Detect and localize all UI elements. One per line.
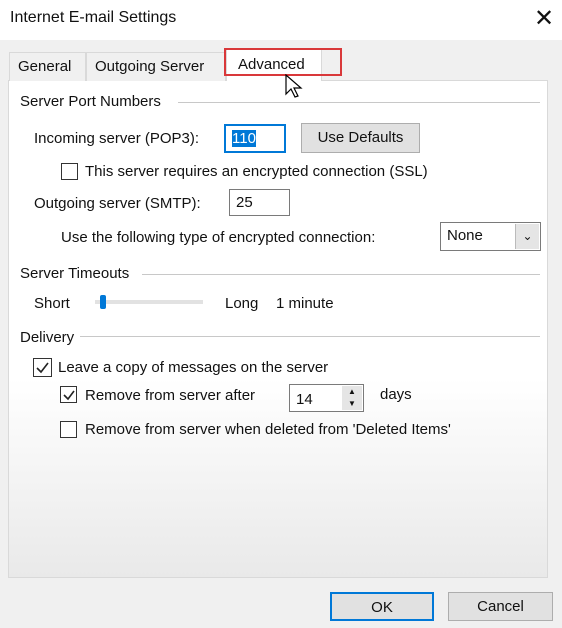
- outgoing-port-input[interactable]: 25: [229, 189, 290, 216]
- use-defaults-button[interactable]: Use Defaults: [301, 123, 420, 153]
- spin-up-icon[interactable]: ▲: [342, 386, 362, 398]
- tab-label: General: [18, 58, 72, 75]
- delivery-heading: Delivery: [20, 329, 75, 346]
- leave-copy-label: Leave a copy of messages on the server: [58, 359, 329, 376]
- tab-outgoing-server[interactable]: Outgoing Server: [86, 52, 226, 81]
- title-bar: Internet E-mail Settings ✕: [0, 0, 562, 40]
- ssl-label: This server requires an encrypted connec…: [85, 163, 428, 180]
- ssl-checkbox[interactable]: [61, 163, 78, 180]
- outgoing-label: Outgoing server (SMTP):: [34, 195, 201, 212]
- cursor-icon: [285, 74, 303, 98]
- advanced-panel: [8, 80, 548, 578]
- leave-copy-checkbox[interactable]: [33, 358, 52, 377]
- divider: [178, 102, 540, 103]
- remove-deleted-label: Remove from server when deleted from 'De…: [85, 421, 451, 438]
- divider: [142, 274, 540, 275]
- incoming-port-input[interactable]: 110: [224, 124, 286, 153]
- encryption-label: Use the following type of encrypted conn…: [61, 229, 376, 246]
- timeout-slider[interactable]: [95, 295, 203, 309]
- tab-label: Outgoing Server: [95, 58, 205, 75]
- divider: [80, 336, 540, 337]
- timeouts-heading: Server Timeouts: [20, 265, 130, 282]
- encryption-select[interactable]: None ⌄: [440, 222, 541, 251]
- encryption-value: None: [447, 227, 483, 244]
- highlight-box: [224, 48, 342, 76]
- chevron-down-icon[interactable]: ⌄: [515, 224, 539, 249]
- long-label: Long: [225, 295, 259, 312]
- incoming-port-value: 110: [232, 130, 256, 147]
- close-icon[interactable]: ✕: [534, 4, 554, 33]
- cancel-button[interactable]: Cancel: [448, 592, 553, 621]
- remove-after-label: Remove from server after: [85, 387, 256, 404]
- window-title: Internet E-mail Settings: [10, 9, 177, 26]
- timeout-value: 1 minute: [276, 295, 334, 312]
- slider-thumb[interactable]: [100, 295, 107, 309]
- spin-down-icon[interactable]: ▼: [342, 398, 362, 410]
- remove-after-checkbox[interactable]: [60, 386, 77, 403]
- days-spinner[interactable]: 14 ▲ ▼: [289, 384, 364, 412]
- days-label: days: [380, 386, 412, 403]
- days-value: 14: [296, 391, 313, 408]
- remove-deleted-checkbox[interactable]: [60, 421, 77, 438]
- server-ports-heading: Server Port Numbers: [20, 93, 161, 110]
- ok-button[interactable]: OK: [330, 592, 434, 621]
- tab-general[interactable]: General: [9, 52, 86, 81]
- incoming-label: Incoming server (POP3):: [34, 130, 200, 147]
- short-label: Short: [34, 295, 70, 312]
